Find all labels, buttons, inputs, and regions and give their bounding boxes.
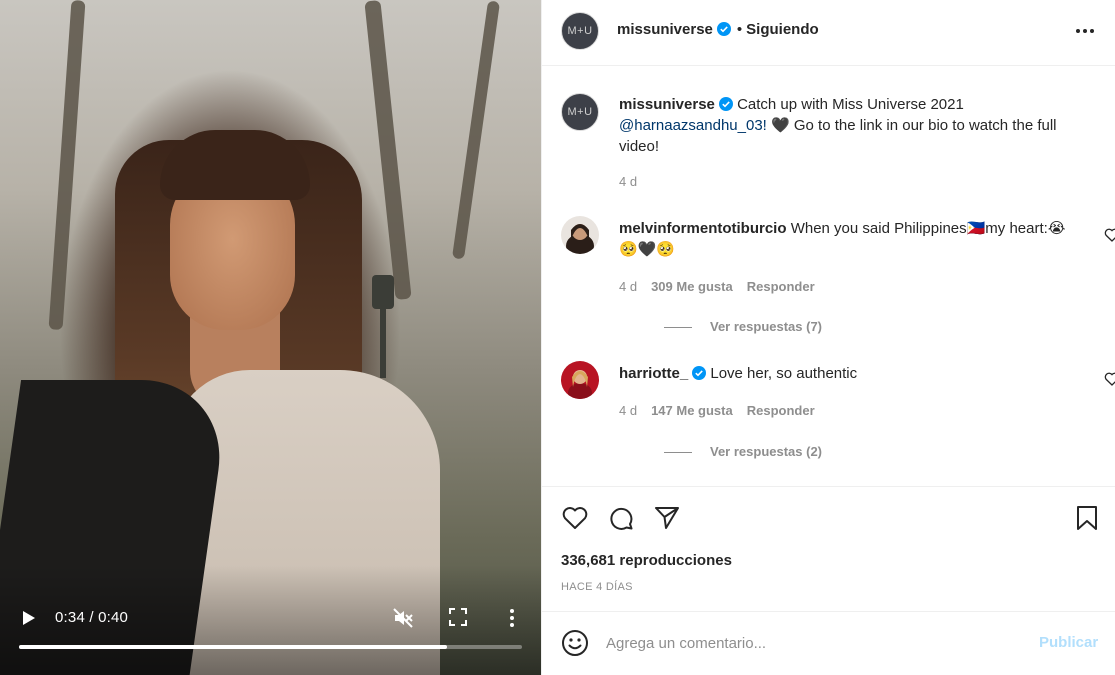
caption-time: 4 d [619, 174, 638, 189]
avatar[interactable] [561, 216, 599, 254]
comment-likes[interactable]: 309 Me gusta [651, 279, 733, 294]
bookmark-icon[interactable] [1073, 504, 1101, 532]
comment-text: melvinformentotiburcio When you said Phi… [619, 218, 1079, 260]
caption-text: missuniverse Catch up with Miss Universe… [619, 94, 1079, 157]
video-progress-fill [19, 645, 447, 649]
caption-meta: 4 d [619, 174, 651, 189]
comment-input[interactable] [606, 630, 1016, 656]
post-date: HACE 4 DÍAS [561, 581, 633, 593]
following-button[interactable]: Siguiendo [746, 21, 819, 38]
publish-button[interactable]: Publicar [1039, 634, 1098, 651]
avatar-text: M+U [567, 25, 593, 37]
reply-button[interactable]: Responder [747, 403, 815, 418]
comment-time: 4 d [619, 403, 638, 418]
comment-username[interactable]: melvinformentotiburcio [619, 220, 787, 237]
replies-divider [664, 327, 692, 329]
comment-meta: 4 d 309 Me gusta Responder [619, 279, 829, 294]
avatar[interactable]: M+U [561, 93, 599, 131]
video-controls: 0:34 / 0:40 [0, 600, 541, 634]
view-replies-label: Ver respuestas (7) [710, 319, 823, 334]
reply-button[interactable]: Responder [747, 279, 815, 294]
caption-body-start: Catch up with Miss Universe 2021 [737, 96, 964, 113]
add-comment-bar: Publicar [542, 611, 1115, 675]
header-separator: • [736, 21, 743, 38]
header-username[interactable]: missuniverse [617, 21, 713, 38]
avatar[interactable]: M+U [561, 12, 599, 50]
post-actions: 336,681 reproducciones HACE 4 DÍAS [542, 486, 1115, 611]
verified-badge-icon [716, 22, 731, 36]
comment-time: 4 d [619, 279, 638, 294]
heart-icon[interactable] [1104, 227, 1115, 243]
avatar-text: M+U [567, 106, 593, 118]
view-count[interactable]: 336,681 reproducciones [561, 552, 732, 569]
background-tree [451, 0, 501, 260]
post-header: M+U missuniverse • Siguiendo [542, 0, 1115, 66]
avatar[interactable] [561, 361, 599, 399]
fullscreen-icon[interactable] [449, 608, 467, 626]
view-replies-button[interactable]: Ver respuestas (7) [664, 319, 822, 334]
heart-icon[interactable] [1104, 371, 1115, 387]
caption-username[interactable]: missuniverse [619, 96, 715, 113]
comment-username[interactable]: harriotte_ [619, 365, 688, 382]
mute-icon[interactable] [392, 607, 414, 629]
comment-text: harriotte_ Love her, so authentic [619, 363, 1079, 384]
video-player[interactable]: 0:34 / 0:40 [0, 0, 541, 675]
replies-divider [664, 452, 692, 454]
emoji-icon[interactable] [561, 629, 589, 657]
comment-item: melvinformentotiburcio When you said Phi… [561, 216, 1115, 346]
header-user-line: missuniverse • Siguiendo [617, 21, 819, 39]
verified-badge-icon [718, 97, 733, 111]
comment-meta: 4 d 147 Me gusta Responder [619, 403, 829, 418]
person-hair [160, 130, 310, 200]
comment-item: harriotte_ Love her, so authentic 4 d 147… [561, 361, 1115, 471]
view-replies-label: Ver respuestas (2) [710, 444, 823, 459]
caption-mention-link[interactable]: @harnaazsandhu_03! [619, 117, 767, 134]
post-caption: M+U missuniverse Catch up with Miss Univ… [561, 93, 1081, 193]
play-icon[interactable] [22, 610, 36, 626]
verified-badge-icon [692, 366, 707, 380]
background-tree [364, 0, 412, 301]
video-time: 0:34 / 0:40 [55, 609, 129, 626]
more-options-icon[interactable] [1074, 20, 1096, 42]
comment-bubble-icon[interactable] [607, 504, 635, 532]
share-send-icon[interactable] [653, 504, 681, 532]
video-progress-bar[interactable] [19, 645, 522, 649]
post-side-panel: M+U missuniverse • Siguiendo M+U missunive… [541, 0, 1115, 675]
street-lamp-post [380, 308, 386, 378]
background-tree [48, 0, 86, 331]
like-heart-icon[interactable] [561, 504, 589, 532]
comment-likes[interactable]: 147 Me gusta [651, 403, 733, 418]
street-lamp [372, 275, 394, 309]
comment-body: Love her, so authentic [710, 365, 858, 382]
view-replies-button[interactable]: Ver respuestas (2) [664, 444, 822, 459]
more-vertical-icon[interactable] [504, 607, 520, 629]
